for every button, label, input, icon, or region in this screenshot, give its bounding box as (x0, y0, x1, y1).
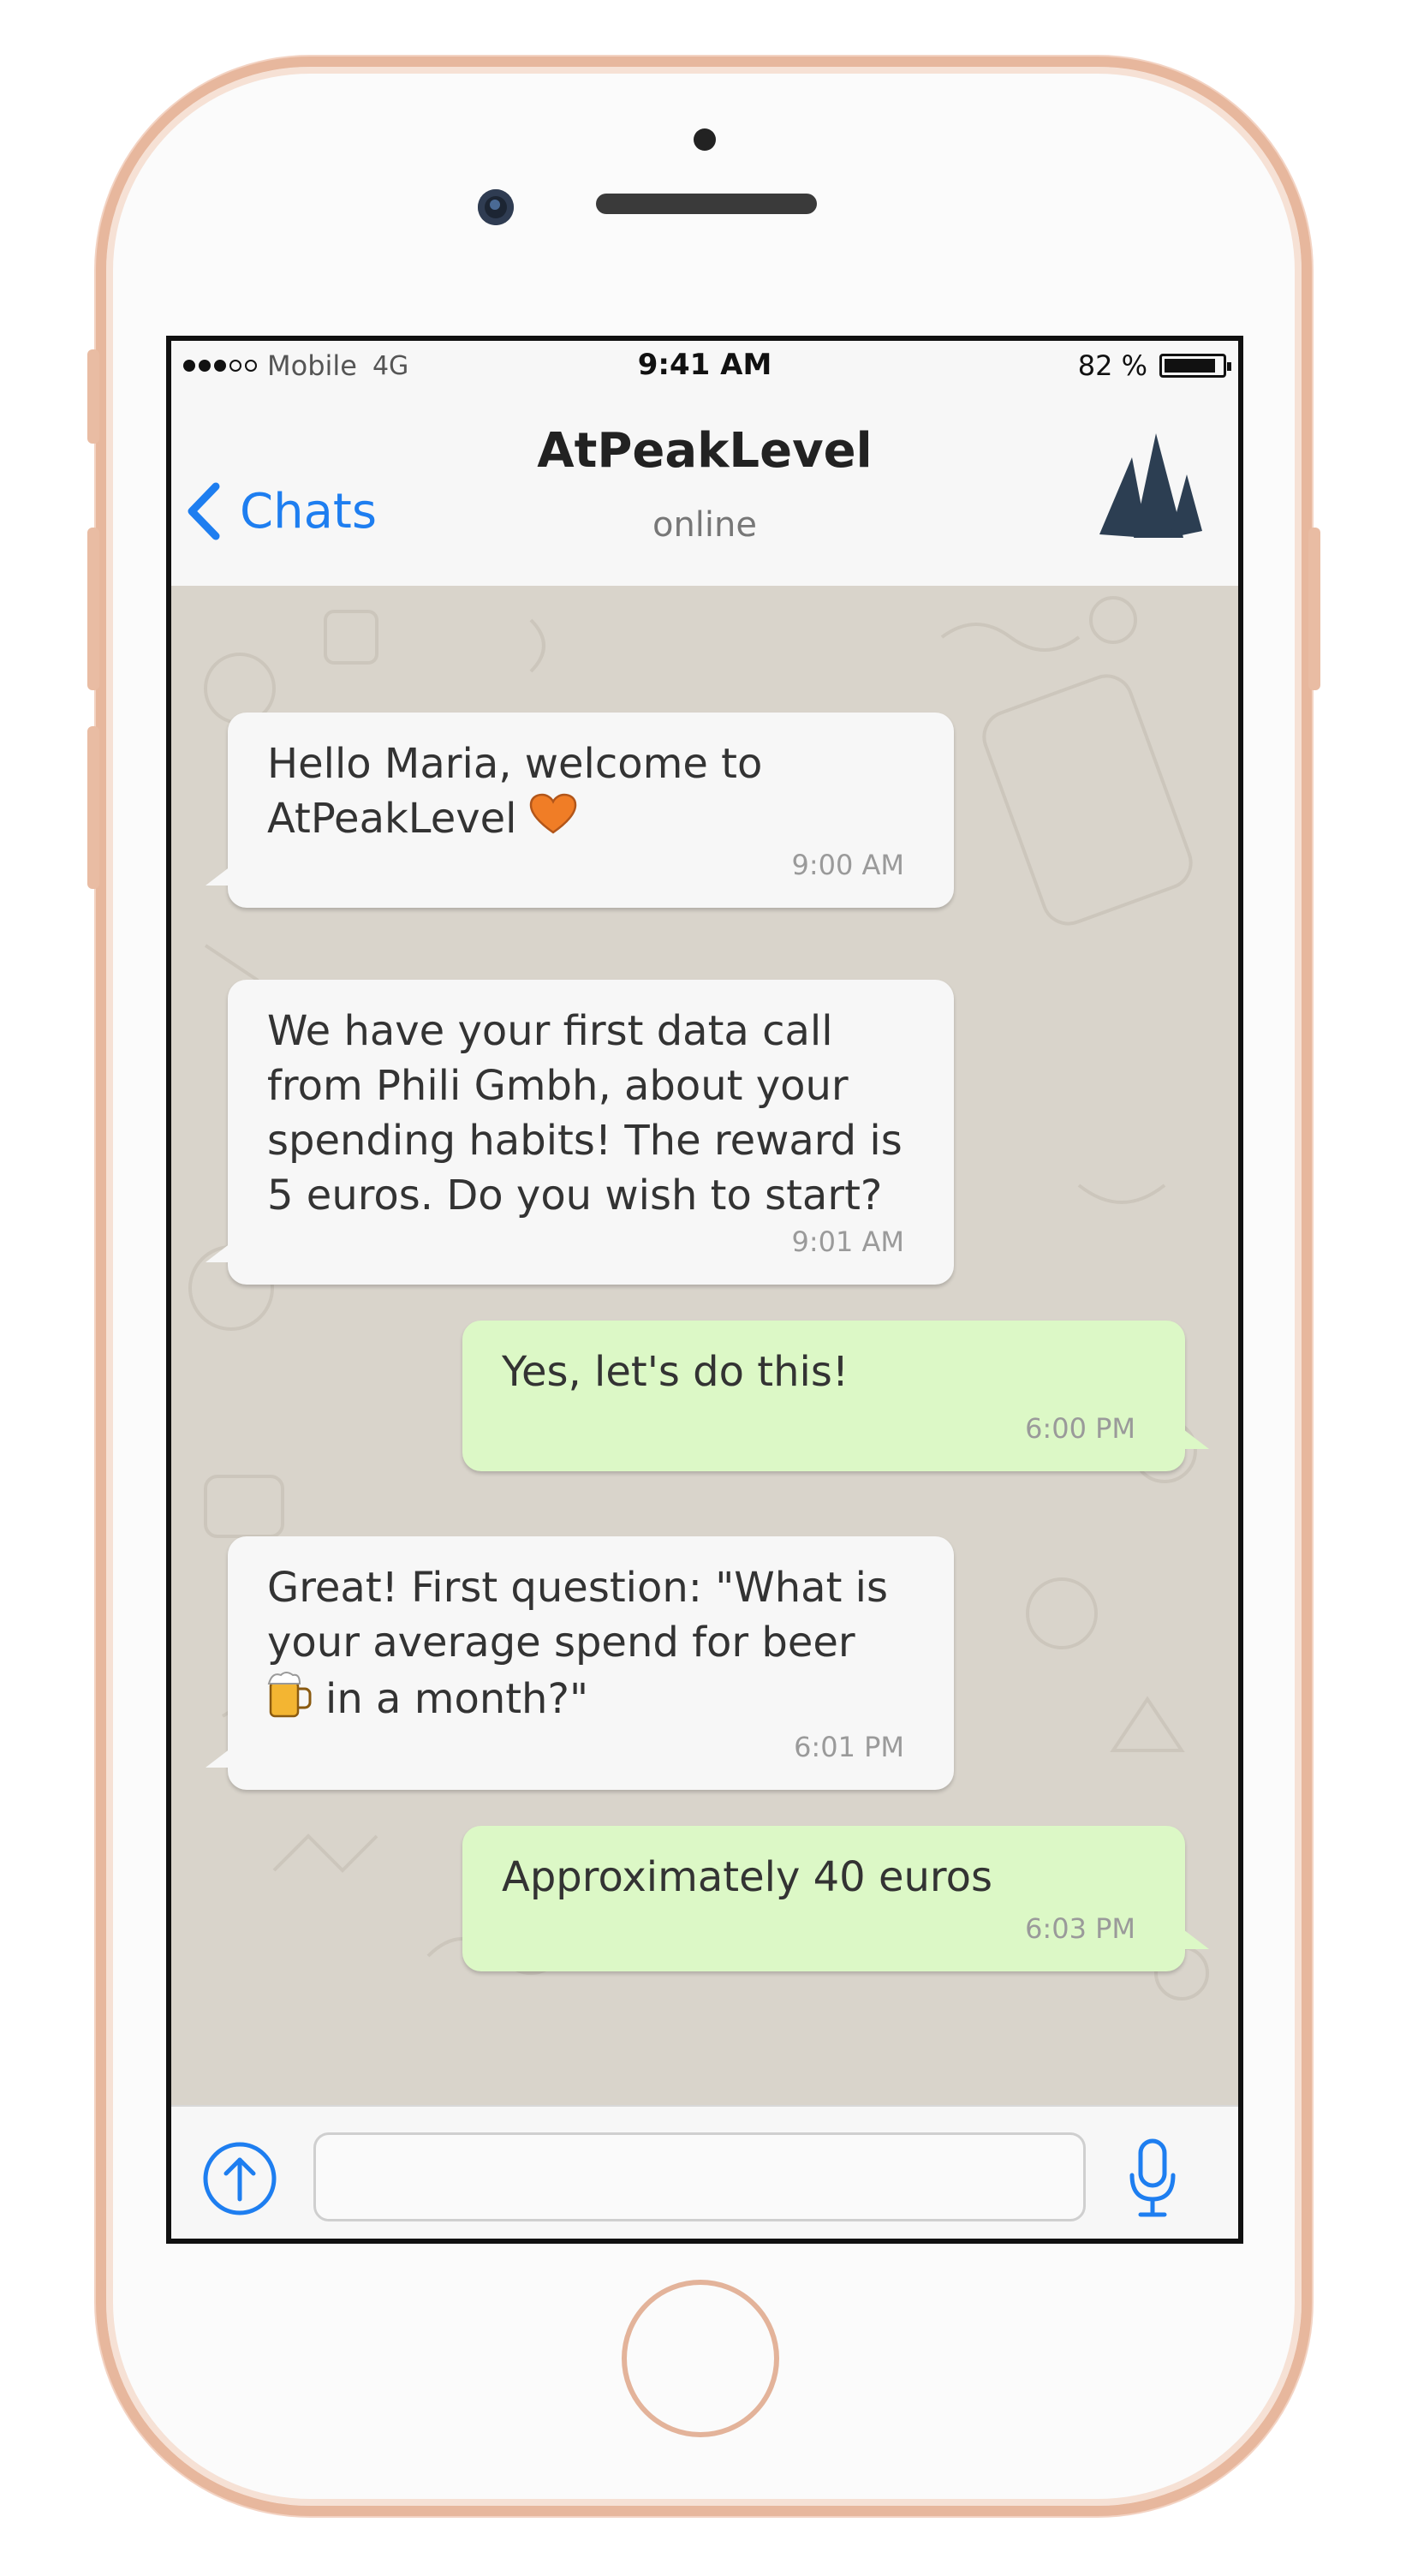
message-timestamp: 6:03 PM (1025, 1912, 1135, 1945)
beer-mug-icon (267, 1670, 312, 1733)
message-timestamp: 6:00 PM (1025, 1412, 1135, 1445)
message-text: Hello Maria, welcome to AtPeakLevel (267, 736, 920, 850)
status-bar: Mobile 4G 9:41 AM 82 % (171, 341, 1238, 385)
chat-header: Chats AtPeakLevel online (171, 385, 1238, 587)
message-timestamp: 6:01 PM (794, 1731, 904, 1763)
message-line: Yes, let's do this! (502, 1345, 1151, 1399)
volume-down-button (87, 726, 99, 889)
bubble-tail (206, 1745, 235, 1768)
message-line: Approximately 40 euros (502, 1850, 1151, 1905)
atpeaklevel-logo-icon[interactable] (1094, 432, 1204, 546)
status-right: 82 % (1077, 349, 1231, 382)
message-timestamp: 9:00 AM (791, 849, 904, 881)
incoming-message-bubble[interactable]: Great! First question: "What is your aver… (206, 1536, 954, 1790)
message-line-text: in a month?" (325, 1675, 589, 1723)
message-line-text: AtPeakLevel (267, 795, 517, 843)
phone-screen: Mobile 4G 9:41 AM 82 % Chats AtPeakLevel… (166, 336, 1243, 2244)
battery-icon (1159, 354, 1231, 378)
bubble-tail (206, 863, 235, 886)
outgoing-message-bubble[interactable]: Approximately 40 euros 6:03 PM (462, 1826, 1209, 1971)
home-button[interactable] (622, 2280, 779, 2437)
contact-name[interactable]: AtPeakLevel (171, 423, 1238, 479)
silent-switch (87, 349, 99, 444)
message-timestamp: 9:01 AM (791, 1225, 904, 1258)
incoming-message-bubble[interactable]: We have your first data call from Phili G… (206, 980, 954, 1285)
bubble-tail (1180, 1927, 1209, 1949)
battery-percent: 82 % (1077, 349, 1147, 382)
message-input[interactable] (313, 2132, 1086, 2221)
message-text: We have your first data call from Phili G… (267, 1004, 920, 1223)
message-line-text: Great! First question: "What is (267, 1564, 889, 1612)
message-line-text: spending habits! The reward is (267, 1117, 903, 1165)
message-text: Great! First question: "What is your aver… (267, 1560, 920, 1733)
power-button (1308, 528, 1320, 690)
message-text: Yes, let's do this! (502, 1345, 1151, 1399)
outgoing-message-bubble[interactable]: Yes, let's do this! 6:00 PM (462, 1321, 1209, 1471)
heart-icon (529, 793, 577, 850)
message-line-text: your average spend for beer (267, 1619, 855, 1667)
message-line: spending habits! The reward is (267, 1113, 920, 1168)
message-line: Hello Maria, welcome to (267, 736, 920, 791)
message-line-text: from Phili Gmbh, about your (267, 1062, 849, 1110)
message-line: from Phili Gmbh, about your (267, 1058, 920, 1113)
volume-up-button (87, 528, 99, 690)
message-line: your average spend for beer (267, 1615, 920, 1670)
message-line-text: Approximately 40 euros (502, 1853, 992, 1901)
message-text: Approximately 40 euros (502, 1850, 1151, 1905)
proximity-sensor (694, 128, 716, 151)
message-line: Great! First question: "What is (267, 1560, 920, 1615)
bubble-tail (206, 1240, 235, 1262)
message-line-text: Hello Maria, welcome to (267, 740, 763, 788)
contact-status: online (652, 505, 757, 545)
front-camera (478, 189, 514, 225)
composer-bar (171, 2105, 1238, 2239)
microphone-icon[interactable] (1125, 2138, 1180, 2220)
message-line-text: Yes, let's do this! (502, 1348, 849, 1396)
message-line: We have your first data call (267, 1004, 920, 1058)
message-line-text: 5 euros. Do you wish to start? (267, 1172, 883, 1219)
upload-arrow-icon[interactable] (200, 2139, 279, 2218)
message-line-text: We have your first data call (267, 1007, 833, 1055)
bubble-tail (1180, 1427, 1209, 1449)
message-list[interactable]: Hello Maria, welcome to AtPeakLevel 9:00 A… (171, 586, 1238, 2112)
earpiece-speaker (596, 194, 817, 214)
incoming-message-bubble[interactable]: Hello Maria, welcome to AtPeakLevel 9:00 A… (206, 713, 954, 908)
